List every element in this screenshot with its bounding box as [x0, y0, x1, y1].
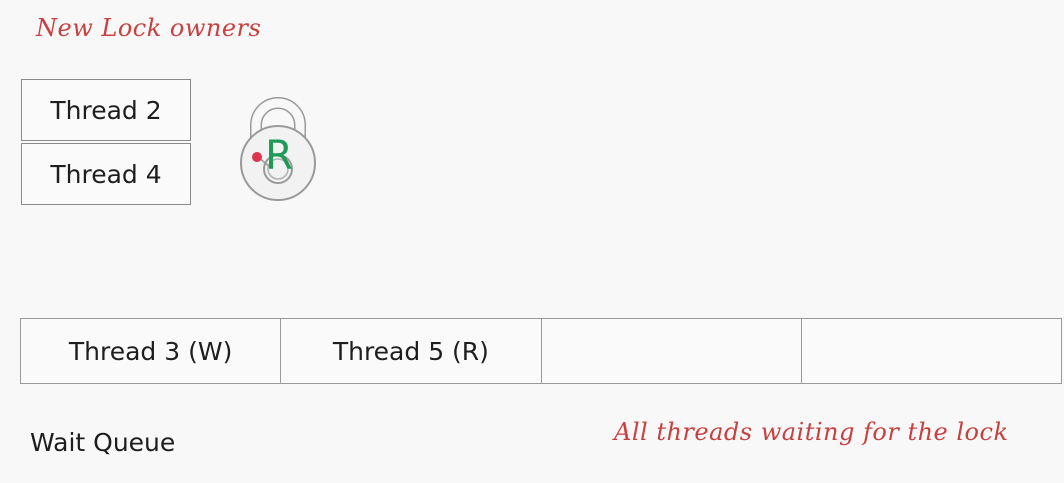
queue-slot-3 — [542, 319, 802, 383]
lock-owner-thread-2: Thread 2 — [21, 79, 191, 141]
queue-slot-2: Thread 5 (R) — [281, 319, 542, 383]
lock-owner-thread-4: Thread 4 — [21, 143, 191, 205]
padlock-dot — [252, 152, 262, 162]
wait-queue: Thread 3 (W) Thread 5 (R) — [20, 318, 1062, 384]
queue-slot-1: Thread 3 (W) — [21, 319, 282, 383]
queue-slot-4 — [802, 319, 1061, 383]
padlock-icon: R — [240, 97, 316, 201]
wait-queue-label: Wait Queue — [30, 428, 176, 457]
queue-annotation: All threads waiting for the lock — [614, 418, 1009, 446]
lock-mode-letter: R — [265, 133, 293, 179]
owners-annotation: New Lock owners — [36, 14, 262, 42]
